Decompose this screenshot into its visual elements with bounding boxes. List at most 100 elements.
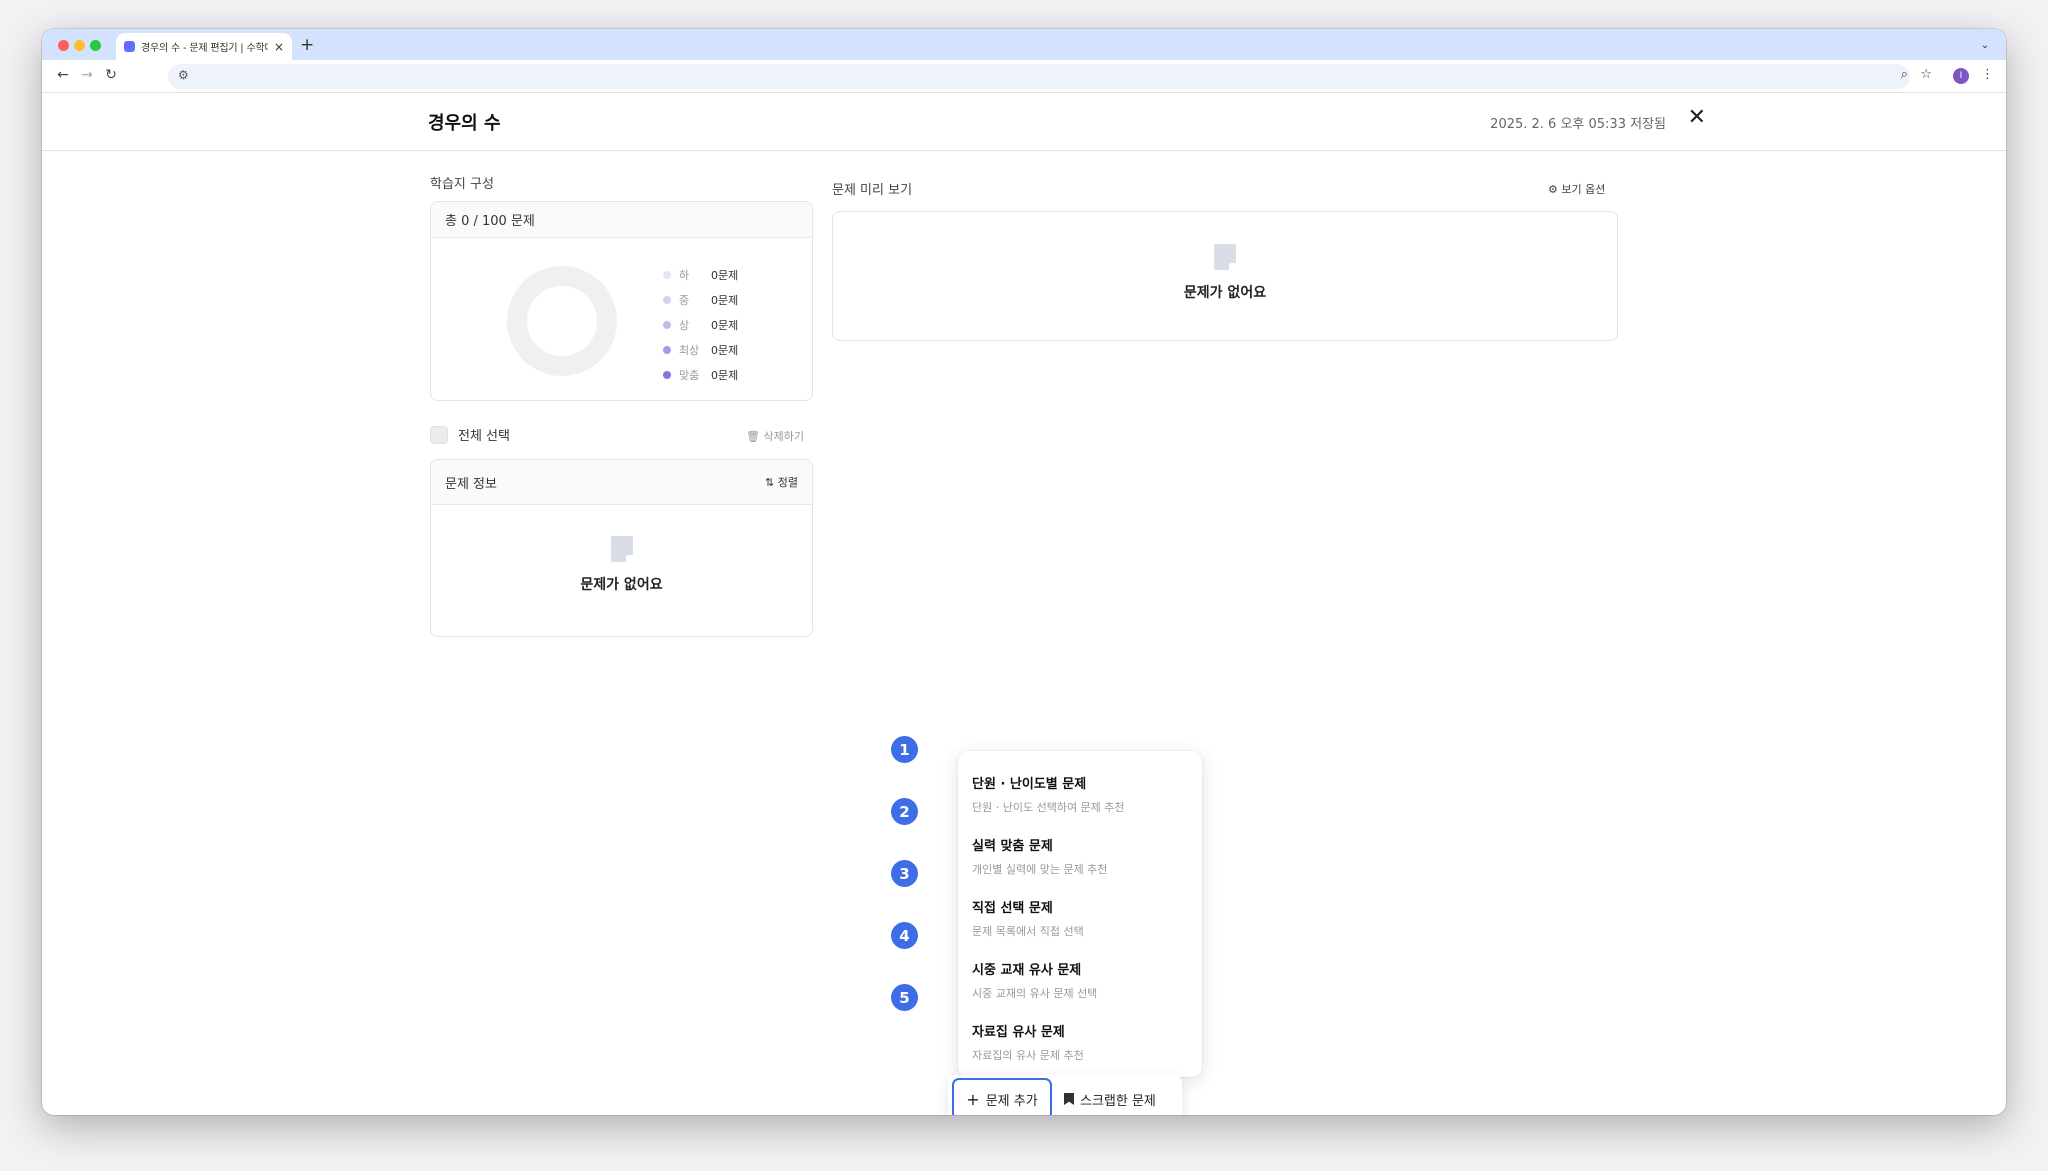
legend-item: 맞춤 0문제: [663, 362, 738, 387]
add-problem-button[interactable]: + 문제 추가: [952, 1078, 1052, 1115]
scrapped-label: 스크랩한 문제: [1080, 1093, 1156, 1109]
menu-item-desc: 자료집의 유사 문제 추천: [972, 1049, 1084, 1062]
preview-label: 문제 미리 보기: [832, 183, 913, 198]
saved-status: 2025. 2. 6 오후 05:33 저장됨: [1490, 117, 1666, 132]
address-bar[interactable]: ⚙: [168, 64, 1910, 89]
document-icon: [610, 536, 633, 562]
bookmark-star-icon[interactable]: ☆: [1920, 67, 1932, 82]
step-badge-2: 2: [891, 798, 918, 825]
legend-label: 상: [679, 318, 690, 332]
menu-item-textbook-similar[interactable]: 시중 교재 유사 문제 시중 교재의 유사 문제 선택: [972, 959, 1192, 1001]
legend-item: 최상 0문제: [663, 337, 738, 362]
menu-item-title: 단원 · 난이도별 문제: [972, 777, 1087, 792]
site-favicon-icon: [124, 41, 135, 52]
step-badge-5: 5: [891, 984, 918, 1011]
select-all-label[interactable]: 전체 선택: [458, 425, 510, 444]
problem-info-title: 문제 정보: [445, 476, 497, 492]
menu-item-title: 자료집 유사 문제: [972, 1025, 1065, 1040]
total-count: 총 0 / 100 문제: [445, 214, 535, 229]
sort-arrows-icon: ⇅: [765, 476, 775, 489]
legend-label: 맞춤: [679, 368, 700, 382]
legend-label: 최상: [679, 343, 700, 357]
menu-item-desc: 개인별 실력에 맞는 문제 추천: [972, 863, 1108, 876]
more-menu-icon[interactable]: ⋮: [1981, 67, 1994, 82]
step-badge-4: 4: [891, 922, 918, 949]
tab-strip: 경우의 수 - 문제 편집기 | 수학대왕 × + ⌄: [42, 29, 2006, 60]
add-problem-menu: 단원 · 난이도별 문제 단원 · 난이도 선택하여 문제 추천 실력 맞춤 문…: [958, 751, 1202, 1077]
delete-button[interactable]: 🗑 삭제하기: [746, 428, 804, 444]
legend-dot: [663, 370, 671, 379]
legend-item: 상 0문제: [663, 312, 738, 337]
menu-item-skill-matched[interactable]: 실력 맞춤 문제 개인별 실력에 맞는 문제 추천: [972, 835, 1192, 877]
legend-count: 0문제: [711, 318, 739, 332]
close-editor-icon[interactable]: ✕: [1688, 107, 1706, 129]
maximize-window-button[interactable]: [90, 40, 101, 51]
legend-count: 0문제: [711, 368, 739, 382]
menu-item-unit-difficulty[interactable]: 단원 · 난이도별 문제 단원 · 난이도 선택하여 문제 추천: [972, 773, 1192, 815]
forward-arrow-icon[interactable]: →: [78, 67, 96, 83]
menu-item-desc: 단원 · 난이도 선택하여 문제 추천: [972, 801, 1125, 814]
minimize-window-button[interactable]: [74, 40, 85, 51]
view-options-button[interactable]: ⚙ 보기 옵션: [1548, 181, 1605, 197]
zoom-icon[interactable]: ⌕: [1901, 67, 1908, 82]
select-all-row: 전체 선택: [430, 425, 510, 444]
legend-dot: [663, 270, 671, 279]
composition-label: 학습지 구성: [430, 177, 494, 192]
problem-empty-state: 문제가 없어요: [431, 536, 812, 594]
tab-search-dropdown-icon[interactable]: ⌄: [1976, 36, 1994, 54]
close-window-button[interactable]: [58, 40, 69, 51]
problem-info-header: 문제 정보 ⇅ 정렬: [431, 460, 812, 505]
menu-item-desc: 문제 목록에서 직접 선택: [972, 925, 1084, 938]
profile-avatar[interactable]: I: [1953, 68, 1969, 84]
legend-dot: [663, 295, 671, 304]
view-options-label: 보기 옵션: [1561, 183, 1606, 196]
tab-close-icon[interactable]: ×: [274, 40, 284, 54]
legend-count: 0문제: [711, 293, 739, 307]
composition-card: 총 0 / 100 문제 하 0문제 중 0문제 상 0문제 최상 0문제 맞춤…: [430, 201, 813, 401]
legend-dot: [663, 320, 671, 329]
step-badge-1: 1: [891, 736, 918, 763]
preview-card: 문제가 없어요: [832, 211, 1618, 341]
add-problem-label: 문제 추가: [985, 1093, 1038, 1109]
menu-item-title: 직접 선택 문제: [972, 901, 1053, 916]
step-badge-3: 3: [891, 860, 918, 887]
scrapped-problems-button[interactable]: 스크랩한 문제: [1064, 1078, 1156, 1115]
browser-toolbar: ← → ↻ ⚙ ⌕ ☆ I ⋮: [42, 60, 2006, 93]
legend-label: 중: [679, 293, 690, 307]
problem-empty-text: 문제가 없어요: [580, 577, 663, 593]
legend-item: 중 0문제: [663, 287, 738, 312]
delete-label: 삭제하기: [763, 430, 804, 443]
browser-tab-active[interactable]: 경우의 수 - 문제 편집기 | 수학대왕 ×: [116, 33, 292, 60]
legend-item: 하 0문제: [663, 262, 738, 287]
menu-item-direct-select[interactable]: 직접 선택 문제 문제 목록에서 직접 선택: [972, 897, 1192, 939]
trash-icon: 🗑: [746, 430, 760, 443]
menu-item-desc: 시중 교재의 유사 문제 선택: [972, 987, 1098, 1000]
menu-item-title: 시중 교재 유사 문제: [972, 963, 1082, 978]
site-info-icon[interactable]: ⚙: [178, 68, 189, 82]
legend-label: 하: [679, 268, 690, 282]
plus-icon: +: [966, 1089, 980, 1109]
back-arrow-icon[interactable]: ←: [54, 67, 72, 83]
reload-icon[interactable]: ↻: [102, 67, 120, 83]
composition-header: 총 0 / 100 문제: [431, 202, 812, 238]
new-tab-button[interactable]: +: [300, 35, 314, 55]
menu-item-title: 실력 맞춤 문제: [972, 839, 1053, 854]
select-all-checkbox[interactable]: [430, 425, 448, 444]
menu-item-material-similar[interactable]: 자료집 유사 문제 자료집의 유사 문제 추천: [972, 1021, 1192, 1063]
sort-button[interactable]: ⇅ 정렬: [765, 474, 798, 490]
bookmark-icon: [1064, 1093, 1074, 1105]
difficulty-donut-chart: [507, 266, 617, 376]
page-header: 경우의 수 2025. 2. 6 오후 05:33 저장됨 ✕: [42, 93, 2006, 151]
document-icon: [1214, 244, 1236, 270]
legend-dot: [663, 345, 671, 354]
browser-window: 경우의 수 - 문제 편집기 | 수학대왕 × + ⌄ ← → ↻ ⚙ ⌕ ☆ …: [42, 29, 2006, 1115]
difficulty-legend: 하 0문제 중 0문제 상 0문제 최상 0문제 맞춤 0문제: [663, 262, 738, 387]
preview-empty-text: 문제가 없어요: [1183, 285, 1267, 301]
preview-empty-state: 문제가 없어요: [833, 244, 1617, 302]
problem-info-card: 문제 정보 ⇅ 정렬 문제가 없어요: [430, 459, 813, 637]
sort-label: 정렬: [777, 476, 798, 489]
page-title: 경우의 수: [428, 113, 501, 134]
legend-count: 0문제: [711, 268, 739, 282]
bottom-action-bar: + 문제 추가 스크랩한 문제: [948, 1075, 1182, 1115]
gear-icon: ⚙: [1548, 183, 1558, 196]
